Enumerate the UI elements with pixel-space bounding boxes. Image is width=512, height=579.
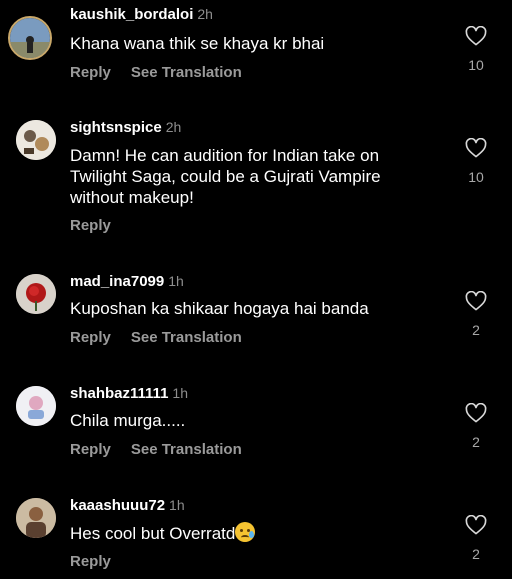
timestamp: 2h xyxy=(165,119,182,135)
comment-text: Khana wana thik se khaya kr bhai xyxy=(70,34,325,53)
username-row: mad_ina7099 1h xyxy=(70,273,184,291)
like-button[interactable]: 10 xyxy=(460,138,492,185)
comment-actions: Reply See Translation xyxy=(70,441,242,458)
username[interactable]: kaushik_bordaloi xyxy=(70,6,193,23)
username-row: shahbaz11111 1h xyxy=(70,385,188,403)
username[interactable]: mad_ina7099 xyxy=(70,273,164,290)
timestamp: 1h xyxy=(168,273,184,289)
avatar[interactable] xyxy=(16,386,56,426)
like-button[interactable]: 2 xyxy=(460,515,492,562)
timestamp: 2h xyxy=(197,6,213,22)
timestamp: 1h xyxy=(169,497,185,513)
username-row: sightsnspice 2h xyxy=(70,119,181,137)
avatar[interactable] xyxy=(16,120,56,160)
username[interactable]: sightsnspice xyxy=(70,119,162,136)
heart-icon xyxy=(465,26,487,46)
comment-text: Kuposhan ka shikaar hogaya hai banda xyxy=(70,299,369,318)
avatar[interactable] xyxy=(8,16,52,60)
reply-button[interactable]: Reply xyxy=(70,329,111,346)
heart-icon xyxy=(465,291,487,311)
username[interactable]: kaaashuuu72 xyxy=(70,497,165,514)
comment-text-content: Hes cool but Overratd xyxy=(70,524,236,543)
see-translation-button[interactable]: See Translation xyxy=(131,64,242,81)
heart-icon xyxy=(465,515,487,535)
avatar-image xyxy=(10,18,50,58)
see-translation-button[interactable]: See Translation xyxy=(131,329,242,346)
comment-actions: Reply xyxy=(70,217,111,234)
timestamp: 1h xyxy=(172,385,188,401)
rose-icon xyxy=(16,274,56,314)
reply-button[interactable]: Reply xyxy=(70,441,111,458)
avatar[interactable] xyxy=(16,274,56,314)
username-row: kaaashuuu72 1h xyxy=(70,497,185,515)
avatar[interactable] xyxy=(16,498,56,538)
like-button[interactable]: 2 xyxy=(460,291,492,338)
reply-button[interactable]: Reply xyxy=(70,64,111,81)
crying-face-icon xyxy=(235,522,256,542)
comment-actions: Reply See Translation xyxy=(70,64,242,81)
like-button[interactable]: 10 xyxy=(460,26,492,73)
like-button[interactable]: 2 xyxy=(460,403,492,450)
username[interactable]: shahbaz11111 xyxy=(70,385,168,402)
username-row: kaushik_bordaloi 2h xyxy=(70,6,213,24)
comment-text: Chila murga..... xyxy=(70,411,186,430)
like-count: 10 xyxy=(468,57,484,73)
reply-button[interactable]: Reply xyxy=(70,553,111,570)
comment-text: Hes cool but Overratd xyxy=(70,522,440,544)
avatar-image xyxy=(16,386,56,426)
comment-actions: Reply See Translation xyxy=(70,329,242,346)
heart-icon xyxy=(465,403,487,423)
see-translation-button[interactable]: See Translation xyxy=(131,441,242,458)
avatar-image xyxy=(16,120,56,160)
like-count: 2 xyxy=(472,322,480,338)
comment-text: Damn! He can audition for Indian take on… xyxy=(70,146,381,207)
heart-icon xyxy=(465,138,487,158)
like-count: 2 xyxy=(472,546,480,562)
like-count: 2 xyxy=(472,434,480,450)
avatar-image xyxy=(16,498,56,538)
reply-button[interactable]: Reply xyxy=(70,217,111,234)
like-count: 10 xyxy=(468,169,484,185)
comment-actions: Reply xyxy=(70,553,111,570)
